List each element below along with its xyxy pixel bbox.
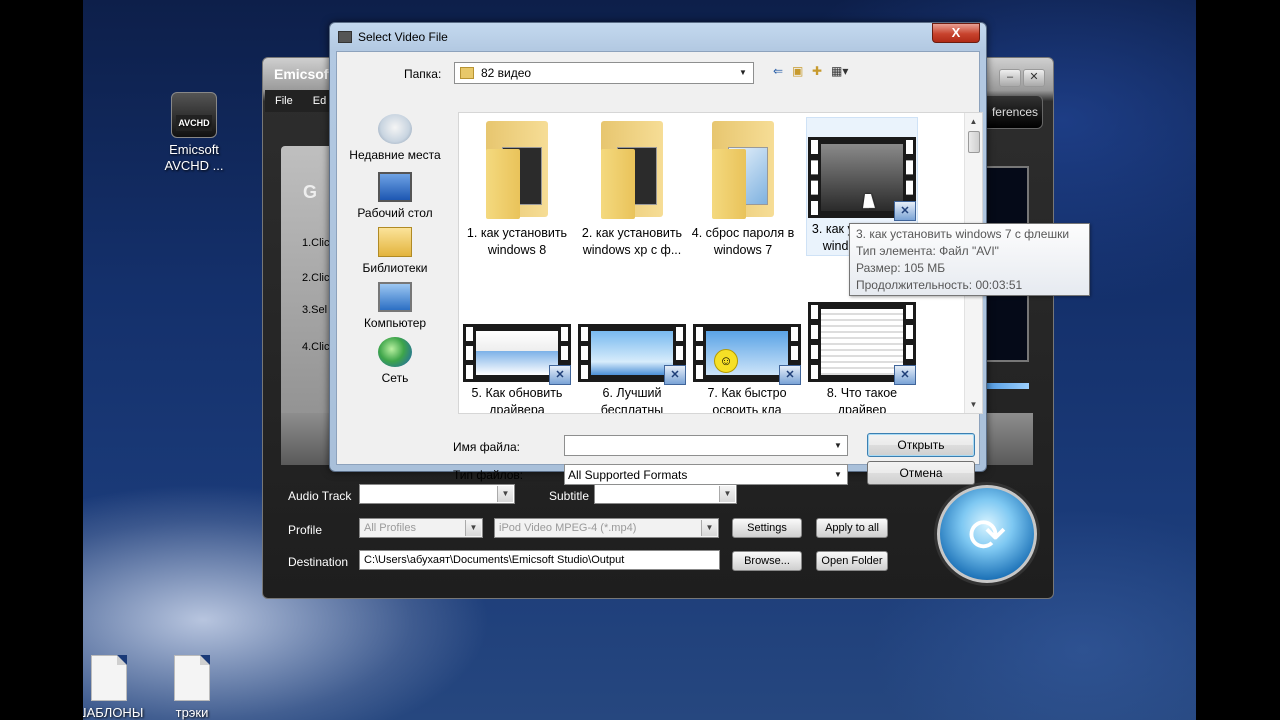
libraries-icon xyxy=(378,227,412,257)
file-name-label: Имя файла: xyxy=(453,440,520,454)
file-name-input[interactable]: ▼ xyxy=(564,435,848,456)
tooltip-name: 3. как установить windows 7 с флешки xyxy=(856,227,1070,241)
video-thumbnail-icon: ✕ xyxy=(808,302,916,385)
step-1: 1.Clic xyxy=(302,237,330,249)
look-in-select[interactable]: 82 видео ▼ xyxy=(454,62,754,84)
chevron-down-icon[interactable]: ▼ xyxy=(831,438,845,453)
dialog-title: Select Video File xyxy=(358,30,448,44)
up-folder-icon[interactable]: ▣ xyxy=(792,64,803,80)
convert-icon: ⟳ xyxy=(967,509,1007,561)
instructions-panel: G xyxy=(281,146,331,452)
emicsoft-avchd-icon: AVCHD xyxy=(171,92,217,138)
folder-icon xyxy=(601,119,663,219)
desktop-icon-templates[interactable]: ШАБЛОНЫ xyxy=(83,655,149,720)
file-type-select[interactable]: All Supported Formats ▼ xyxy=(564,464,848,485)
tooltip-type: Тип элемента: Файл "AVI" xyxy=(856,244,999,258)
desktop-icon-emicsoft[interactable]: AVCHD Emicsoft AVCHD ... xyxy=(154,92,234,174)
file-item[interactable]: 1. как установить windows 8 xyxy=(461,119,573,259)
document-icon xyxy=(174,655,210,701)
apply-to-all-button[interactable]: Apply to all xyxy=(816,518,888,538)
scroll-down-icon[interactable]: ▼ xyxy=(965,396,982,413)
cancel-button[interactable]: Отмена xyxy=(867,461,975,485)
step-4: 4.Clic xyxy=(302,341,330,353)
app-title: Emicsoft xyxy=(274,66,334,82)
folder-icon xyxy=(486,119,548,219)
look-in-label: Папка: xyxy=(404,67,442,81)
video-thumbnail-icon: ☺ ✕ xyxy=(693,324,801,385)
profile-label: Profile xyxy=(288,523,323,537)
file-item[interactable]: ✕ 5. Как обновить драйвера xyxy=(461,324,573,413)
chevron-down-icon: ▼ xyxy=(497,486,513,502)
tooltip-size: Размер: 105 МБ xyxy=(856,261,946,275)
desktop-icon-label: AVCHD ... xyxy=(164,158,224,173)
destination-label: Destination xyxy=(288,555,349,569)
place-desktop[interactable]: Рабочий стол xyxy=(343,172,447,220)
file-item[interactable]: 2. как установить windows xp с ф... xyxy=(576,119,688,259)
open-folder-button[interactable]: Open Folder xyxy=(816,551,888,571)
convert-button[interactable]: ⟳ xyxy=(937,485,1037,583)
subtitle-label: Subtitle xyxy=(549,489,590,503)
new-folder-icon[interactable]: ✚ xyxy=(812,64,822,80)
network-icon xyxy=(378,337,412,367)
settings-button[interactable]: Settings xyxy=(732,518,802,538)
file-item[interactable]: 4. сброс пароля в windows 7 xyxy=(687,119,799,259)
recent-places-icon xyxy=(378,114,412,144)
document-icon xyxy=(91,655,127,701)
profile-select[interactable]: iPod Video MPEG-4 (*.mp4) ▼ xyxy=(494,518,719,538)
back-icon[interactable]: ⇐ xyxy=(773,64,783,80)
desktop-icon-tracks[interactable]: трэки xyxy=(152,655,232,720)
chevron-down-icon: ▼ xyxy=(739,68,747,77)
panel-title: G xyxy=(303,182,318,202)
place-recent[interactable]: Недавние места xyxy=(343,114,447,162)
subtitle-select[interactable]: ▼ xyxy=(594,484,737,504)
chevron-down-icon: ▼ xyxy=(465,520,481,536)
place-libraries[interactable]: Библиотеки xyxy=(343,227,447,275)
scroll-up-icon[interactable]: ▲ xyxy=(965,113,982,130)
step-2: 2.Clic xyxy=(302,272,330,284)
view-menu-icon[interactable]: ▦▾ xyxy=(831,64,848,80)
computer-icon xyxy=(378,282,412,312)
file-item[interactable]: ✕ 6. Лучший бесплатны xyxy=(576,324,688,413)
chevron-down-icon: ▼ xyxy=(701,520,717,536)
chevron-down-icon: ▼ xyxy=(834,470,842,479)
video-thumbnail-icon: ✕ xyxy=(578,324,686,385)
menu-file[interactable]: File xyxy=(275,95,293,107)
scroll-thumb[interactable] xyxy=(968,131,980,153)
desktop-icon-label: ШАБЛОНЫ xyxy=(83,705,144,720)
place-network[interactable]: Сеть xyxy=(343,337,447,385)
audio-track-label: Audio Track xyxy=(288,489,352,503)
file-tooltip: 3. как установить windows 7 с флешки Тип… xyxy=(849,223,1090,296)
place-computer[interactable]: Компьютер xyxy=(343,282,447,330)
file-item[interactable]: ✕ 8. Что такое драйвер xyxy=(806,302,918,413)
close-icon[interactable]: X xyxy=(932,23,980,43)
browse-button[interactable]: Browse... xyxy=(732,551,802,571)
destination-field[interactable]: C:\Users\абухаят\Documents\Emicsoft Stud… xyxy=(359,550,720,570)
file-type-label: Тип файлов: xyxy=(453,468,524,482)
folder-icon xyxy=(460,67,474,79)
file-item[interactable]: ☺ ✕ 7. Как быстро освоить кла xyxy=(691,324,803,413)
menu-edit[interactable]: Ed xyxy=(313,95,326,107)
close-icon[interactable]: ✕ xyxy=(1023,69,1045,87)
desktop-icon-label: Emicsoft xyxy=(169,142,219,157)
profile-category-select[interactable]: All Profiles ▼ xyxy=(359,518,483,538)
smiley-icon: ☺ xyxy=(714,349,738,373)
preferences-button[interactable]: ferences xyxy=(981,95,1043,129)
step-3: 3.Sel xyxy=(302,304,328,316)
video-thumbnail-icon: ✕ xyxy=(463,324,571,385)
desktop-icon xyxy=(378,172,412,202)
minimize-button[interactable]: – xyxy=(999,69,1021,87)
chevron-down-icon: ▼ xyxy=(719,486,735,502)
open-button[interactable]: Открыть xyxy=(867,433,975,457)
tooltip-duration: Продолжительность: 00:03:51 xyxy=(856,278,1023,292)
audio-track-select[interactable]: ▼ xyxy=(359,484,515,504)
dialog-app-icon xyxy=(338,31,352,43)
desktop-icon-label: трэки xyxy=(175,705,209,720)
mouse-cursor-icon xyxy=(863,194,877,208)
video-thumbnail-icon: ✕ xyxy=(808,137,916,221)
folder-icon xyxy=(712,119,774,219)
